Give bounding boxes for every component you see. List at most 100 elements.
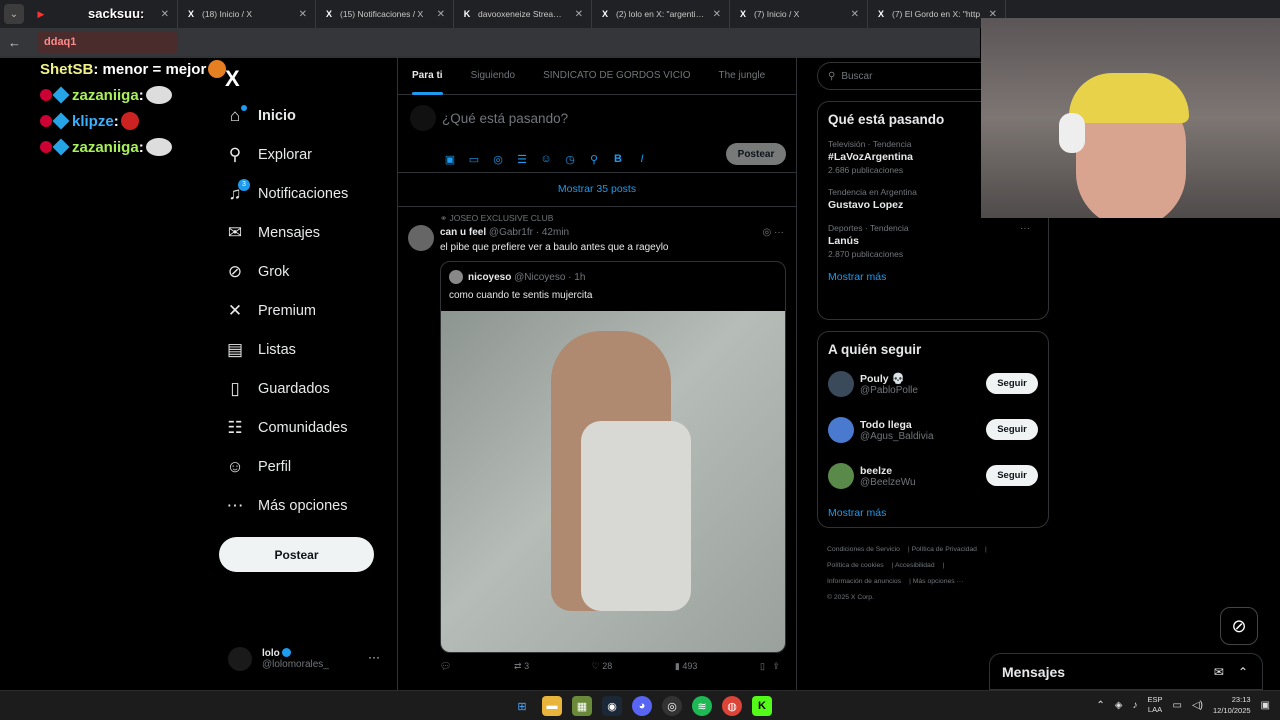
compose-input[interactable]: ¿Qué está pasando? <box>442 111 568 126</box>
show-more-follow[interactable]: Mostrar más <box>828 507 1038 519</box>
footer-link[interactable]: Política de cookies <box>827 562 884 569</box>
clock[interactable]: 23:13 12/10/2025 <box>1213 694 1251 716</box>
spotify-icon[interactable]: ≋ <box>692 696 712 716</box>
location-icon[interactable]: ⚲ <box>586 151 602 167</box>
shield-icon[interactable]: ◈ <box>1115 700 1123 711</box>
browser-tab[interactable]: X (15) Notificaciones / X ✕ <box>316 0 454 28</box>
follow-button[interactable]: Seguir <box>986 373 1038 394</box>
nav-item-comunidades[interactable]: ☷ Comunidades <box>222 408 392 447</box>
windows-start-icon[interactable]: ⊞ <box>512 696 532 716</box>
tab-search-chevron-icon[interactable]: ⌄ <box>4 4 24 24</box>
who-to-follow-card: A quién seguir Pouly 💀 @PabloPolle Segui… <box>817 331 1049 528</box>
more-dots-icon[interactable]: ··· <box>368 650 380 664</box>
footer-link[interactable]: Información de anuncios <box>827 578 901 585</box>
show-more-trends[interactable]: Mostrar más <box>828 271 1038 283</box>
grok-icon[interactable]: ◎ <box>762 227 771 238</box>
chat-message: zazaniiga: <box>40 138 230 156</box>
close-tab-icon[interactable]: ✕ <box>713 9 721 20</box>
browser-tab[interactable]: K davooxeneize Stream - W ✕ <box>454 0 592 28</box>
tab-para-ti[interactable]: Para ti <box>398 58 457 95</box>
follow-suggestion[interactable]: beelze @BeelzeWu Seguir <box>828 461 1038 491</box>
tweet-author-name[interactable]: can u feel <box>440 227 486 238</box>
bold-icon[interactable]: B <box>610 151 626 167</box>
nav-item-notificaciones[interactable]: ♫ 3 Notificaciones <box>222 174 392 213</box>
emoji-icon[interactable]: ☺ <box>538 151 554 167</box>
nav-item-guardados[interactable]: ▯ Guardados <box>222 369 392 408</box>
close-tab-icon[interactable]: ✕ <box>299 9 307 20</box>
nav-item-premium[interactable]: ✕ Premium <box>222 291 392 330</box>
network-icon[interactable]: ▭ <box>1173 700 1182 711</box>
close-tab-icon[interactable]: ✕ <box>575 9 583 20</box>
gif-icon[interactable]: ▭ <box>466 151 482 167</box>
grok-icon: ⊘ <box>227 261 243 281</box>
close-tab-icon[interactable]: ✕ <box>161 9 169 20</box>
views-button[interactable]: ▮ 493 <box>675 661 698 672</box>
show-more-posts[interactable]: Mostrar 35 posts <box>398 173 796 207</box>
tab-sindicato[interactable]: SINDICATO DE GORDOS VICIO <box>529 58 704 95</box>
follow-suggestion[interactable]: Todo llega @Agus_Baldivia Seguir <box>828 415 1038 445</box>
search-input[interactable]: ⚲ Buscar <box>817 62 1007 90</box>
grok-icon[interactable]: ◎ <box>490 151 506 167</box>
post-button[interactable]: Postear <box>219 537 374 572</box>
nav-item-explorar[interactable]: ⚲ Explorar <box>222 135 392 174</box>
discord-icon[interactable]: ◕ <box>632 696 652 716</box>
messages-drawer[interactable]: Mensajes ✉ ⌃ <box>989 653 1263 690</box>
x-logo-icon[interactable]: X <box>225 66 240 92</box>
tab-siguiendo[interactable]: Siguiendo <box>457 58 529 95</box>
compose-post-button[interactable]: Postear <box>726 143 786 165</box>
avatar[interactable] <box>408 225 434 251</box>
new-message-icon[interactable]: ✉ <box>1214 665 1224 679</box>
nav-item-listas[interactable]: ▤ Listas <box>222 330 392 369</box>
browser-tab[interactable]: X (18) Inicio / X ✕ <box>178 0 316 28</box>
like-button[interactable]: ♡ 28 <box>592 661 613 672</box>
mic-icon[interactable]: ♪ <box>1133 700 1138 711</box>
nav-item-mas-opciones[interactable]: ⋯ Más opciones <box>222 486 392 525</box>
language-indicator[interactable]: ESP LAA <box>1148 695 1163 715</box>
notification-center-icon[interactable]: ▣ <box>1261 700 1270 711</box>
tweet-media-image[interactable] <box>441 311 785 652</box>
more-dots-icon[interactable]: ··· <box>774 227 784 238</box>
browser-tab[interactable]: X (7) Inicio / X ✕ <box>730 0 868 28</box>
kick-icon[interactable]: K <box>752 696 772 716</box>
volume-icon[interactable]: ◁) <box>1192 700 1203 711</box>
bookmark-icon[interactable]: ▯ <box>760 661 765 671</box>
follow-suggestion[interactable]: Pouly 💀 @PabloPolle Seguir <box>828 369 1038 399</box>
image-icon[interactable]: ▣ <box>442 151 458 167</box>
poll-icon[interactable]: ☰ <box>514 151 530 167</box>
chevron-up-icon[interactable]: ⌃ <box>1096 700 1104 711</box>
trend-item[interactable]: Deportes · Tendencia Lanús 2.870 publica… <box>828 223 1038 259</box>
file-explorer-icon[interactable]: ▬ <box>542 696 562 716</box>
footer-link[interactable]: Condiciones de Servicio <box>827 546 900 553</box>
app-icon[interactable]: ▦ <box>572 696 592 716</box>
steam-icon[interactable]: ◉ <box>602 696 622 716</box>
more-dots-icon[interactable]: ··· <box>1020 223 1030 234</box>
italic-icon[interactable]: I <box>634 151 650 167</box>
schedule-icon[interactable]: ◷ <box>562 151 578 167</box>
close-tab-icon[interactable]: ✕ <box>437 9 445 20</box>
footer-link[interactable]: Política de Privacidad <box>912 546 977 553</box>
reply-button[interactable]: 💬︎ <box>440 661 451 672</box>
nav-item-inicio[interactable]: ⌂ Inicio <box>222 96 392 135</box>
tweet-author-handle[interactable]: @Gabr1fr <box>489 227 533 238</box>
footer-link[interactable]: Accesibilidad <box>895 562 935 569</box>
back-arrow-icon[interactable]: ← <box>8 35 21 50</box>
quoted-tweet[interactable]: nicoyeso @Nicoyeso · 1h como cuando te s… <box>440 261 786 653</box>
browser-tab[interactable]: X (2) lolo en X: "argentina n ✕ <box>592 0 730 28</box>
tab-the-jungle[interactable]: The jungle <box>705 58 780 95</box>
nav-item-perfil[interactable]: ☺ Perfil <box>222 447 392 486</box>
account-switcher[interactable]: lolo @lolomorales_ ··· <box>228 644 388 674</box>
nav-item-grok[interactable]: ⊘ Grok <box>222 252 392 291</box>
grok-floating-button[interactable]: ⊘ <box>1220 607 1258 645</box>
follow-button[interactable]: Seguir <box>986 419 1038 440</box>
expand-icon[interactable]: ⌃ <box>1238 665 1248 679</box>
tweet[interactable]: ⚭ JOSEO EXCLUSIVE CLUB can u feel @Gabr1… <box>398 207 796 672</box>
obs-icon[interactable]: ◎ <box>662 696 682 716</box>
retweet-button[interactable]: ⇄ 3 <box>514 661 529 672</box>
search-icon: ⚲ <box>228 144 242 164</box>
share-icon[interactable]: ⇪ <box>772 661 780 671</box>
close-tab-icon[interactable]: ✕ <box>851 9 859 20</box>
footer-link[interactable]: Más opciones ··· <box>913 578 964 585</box>
nav-item-mensajes[interactable]: ✉ Mensajes <box>222 213 392 252</box>
chrome-icon[interactable]: ◍ <box>722 696 742 716</box>
follow-button[interactable]: Seguir <box>986 465 1038 486</box>
